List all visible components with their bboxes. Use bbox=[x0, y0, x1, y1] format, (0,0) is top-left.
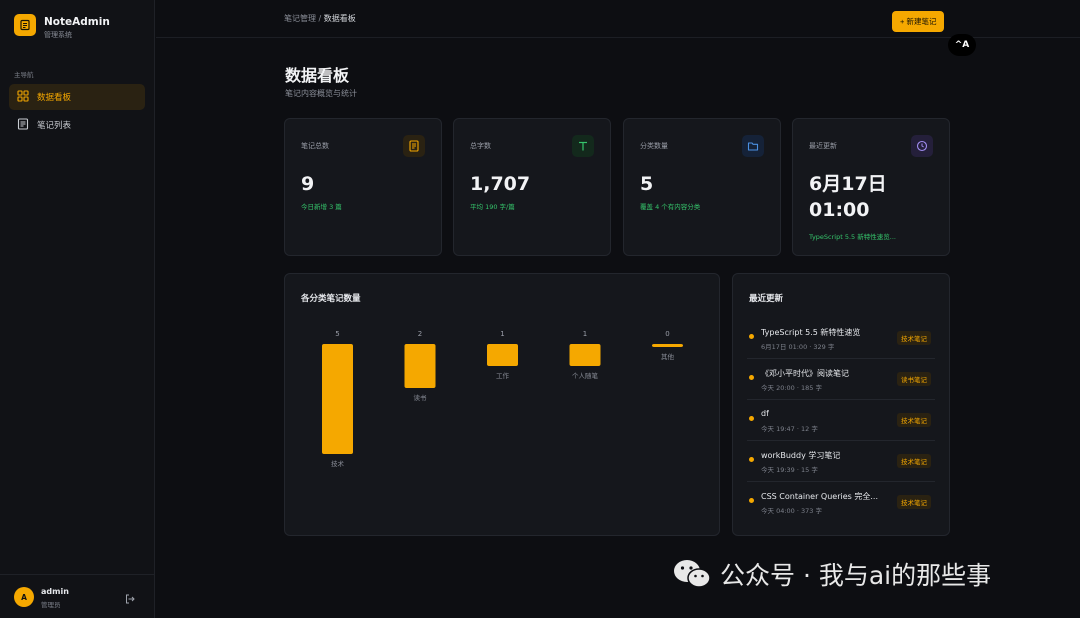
wechat-icon bbox=[674, 560, 711, 588]
bar-value-label: 1 bbox=[583, 330, 587, 338]
stat-label: 笔记总数 bbox=[301, 142, 329, 150]
category-chart-panel: 各分类笔记数量 5 技术 2 读书 1 工作 1 个人随笔 0 其他 bbox=[284, 273, 720, 536]
watermark: 公众号 · 我与ai的那些事 bbox=[672, 556, 991, 592]
stat-label: 最近更新 bbox=[809, 142, 837, 150]
clock-icon bbox=[911, 135, 933, 157]
brand-subtitle: 管理系统 bbox=[44, 31, 72, 39]
breadcrumb-current: 数据看板 bbox=[323, 14, 356, 23]
recent-item-title: df bbox=[761, 409, 769, 418]
recent-item-title: 《邓小平时代》阅读笔记 bbox=[761, 369, 849, 378]
recent-item-meta: 今天 19:47 · 12 字 bbox=[761, 425, 818, 433]
stat-note: 平均 190 字/篇 bbox=[470, 203, 515, 211]
stat-card-last-update: 最近更新 6月17日 01:00 TypeScript 5.5 新特性速览... bbox=[792, 118, 950, 256]
category-tick-label: 技术 bbox=[331, 459, 345, 468]
page-title: 数据看板 bbox=[285, 66, 350, 85]
category-tag: 技术笔记 bbox=[897, 495, 931, 509]
list-item[interactable]: TypeScript 5.5 新特性速览 6月17日 01:00 · 329 字 技… bbox=[747, 318, 935, 359]
bar-value-label: 1 bbox=[500, 330, 504, 338]
stat-card-notes: 笔记总数 9 今日新增 3 篇 bbox=[284, 118, 442, 256]
user-name: admin bbox=[41, 587, 69, 596]
category-tick-label: 其他 bbox=[661, 352, 675, 361]
bar-chart: 5 技术 2 读书 1 工作 1 个人随笔 0 其他 bbox=[322, 330, 683, 468]
stat-note: 今日新增 3 篇 bbox=[301, 203, 342, 211]
chart-bar[interactable] bbox=[652, 344, 683, 347]
recent-item-meta: 6月17日 01:00 · 329 字 bbox=[761, 343, 835, 351]
breadcrumb-separator: / bbox=[316, 14, 324, 23]
new-note-button[interactable]: + 新建笔记 bbox=[892, 11, 945, 32]
brand[interactable]: NoteAdmin 管理系统 bbox=[14, 14, 110, 40]
stat-value: 1,707 bbox=[470, 173, 531, 195]
sidebar: NoteAdmin 管理系统 主导航 数据看板 笔记列表 A admin 管理员 bbox=[0, 0, 155, 618]
avatar[interactable]: A bbox=[14, 587, 34, 607]
bar-value-label: 5 bbox=[335, 330, 339, 338]
panel-title: 最近更新 bbox=[749, 294, 784, 304]
chart-bar[interactable] bbox=[404, 344, 436, 388]
nav-section-label: 主导航 bbox=[14, 71, 34, 79]
recent-updates-panel: 最近更新 TypeScript 5.5 新特性速览 6月17日 01:00 · 3… bbox=[732, 273, 950, 536]
recent-item-title: TypeScript 5.5 新特性速览 bbox=[761, 328, 861, 337]
stat-card-words: 总字数 1,707 平均 190 字/篇 bbox=[453, 118, 611, 256]
breadcrumb-root[interactable]: 笔记管理 bbox=[284, 14, 316, 23]
brand-name: NoteAdmin bbox=[44, 16, 110, 28]
status-dot bbox=[749, 416, 754, 421]
recent-item-meta: 今天 04:00 · 373 字 bbox=[761, 507, 822, 515]
topbar: 笔记管理 / 数据看板 + 新建笔记 bbox=[156, 0, 1080, 38]
stat-label: 分类数量 bbox=[640, 142, 668, 150]
bar-value-label: 0 bbox=[665, 330, 669, 338]
category-tick-label: 个人随笔 bbox=[572, 371, 599, 380]
document-icon bbox=[403, 135, 425, 157]
stat-value: 6月17日 01:00 bbox=[809, 173, 887, 221]
text-icon bbox=[572, 135, 594, 157]
list-item[interactable]: 《邓小平时代》阅读笔记 今天 20:00 · 185 字 读书笔记 bbox=[747, 359, 935, 400]
list-item[interactable]: workBuddy 学习笔记 今天 19:39 · 15 字 技术笔记 bbox=[747, 441, 935, 482]
user-panel: A admin 管理员 bbox=[0, 574, 155, 618]
stat-value: 5 bbox=[640, 173, 654, 195]
category-tag: 技术笔记 bbox=[897, 454, 931, 468]
panel-title: 各分类笔记数量 bbox=[301, 294, 361, 304]
recent-item-meta: 今天 19:39 · 15 字 bbox=[761, 466, 818, 474]
list-item[interactable]: df 今天 19:47 · 12 字 技术笔记 bbox=[747, 400, 935, 441]
category-tag: 技术笔记 bbox=[897, 413, 931, 427]
watermark-text: 公众号 · 我与ai的那些事 bbox=[720, 561, 992, 590]
floating-shortcut-button[interactable]: ^A bbox=[948, 34, 976, 56]
sidebar-item-label: 笔记列表 bbox=[37, 121, 72, 131]
stat-value: 9 bbox=[301, 173, 315, 195]
category-tick-label: 工作 bbox=[496, 371, 510, 380]
category-tag: 读书笔记 bbox=[897, 372, 931, 386]
list-item[interactable]: CSS Container Queries 完全... 今天 04:00 · 37… bbox=[747, 482, 935, 523]
status-dot bbox=[749, 457, 754, 462]
status-dot bbox=[749, 498, 754, 503]
status-dot bbox=[749, 375, 754, 380]
recent-item-meta: 今天 20:00 · 185 字 bbox=[761, 384, 822, 392]
bar-value-label: 2 bbox=[418, 330, 422, 338]
recent-item-title: CSS Container Queries 完全... bbox=[761, 492, 878, 501]
stat-label: 总字数 bbox=[470, 142, 491, 150]
status-dot bbox=[749, 334, 754, 339]
notebook-icon bbox=[14, 14, 36, 36]
category-tick-label: 读书 bbox=[414, 393, 428, 402]
user-role: 管理员 bbox=[41, 601, 61, 609]
stat-card-categories: 分类数量 5 覆盖 4 个有内容分类 bbox=[623, 118, 781, 256]
chart-bar[interactable] bbox=[487, 344, 518, 366]
stat-note[interactable]: TypeScript 5.5 新特性速览... bbox=[809, 231, 896, 241]
page-subtitle: 笔记内容概览与统计 bbox=[285, 89, 357, 98]
sidebar-item-notes[interactable]: 笔记列表 bbox=[9, 112, 145, 138]
document-icon bbox=[17, 117, 29, 133]
sidebar-item-label: 数据看板 bbox=[37, 93, 72, 103]
folder-icon bbox=[742, 135, 764, 157]
sidebar-item-dashboard[interactable]: 数据看板 bbox=[9, 84, 145, 110]
recent-item-title: workBuddy 学习笔记 bbox=[761, 451, 841, 460]
breadcrumb: 笔记管理 / 数据看板 bbox=[284, 13, 356, 24]
category-tag: 技术笔记 bbox=[897, 331, 931, 345]
stat-note: 覆盖 4 个有内容分类 bbox=[640, 203, 701, 211]
chart-bar[interactable] bbox=[322, 344, 353, 454]
logout-icon[interactable] bbox=[124, 590, 136, 604]
grid-icon bbox=[17, 89, 29, 105]
chart-bar[interactable] bbox=[569, 344, 601, 366]
